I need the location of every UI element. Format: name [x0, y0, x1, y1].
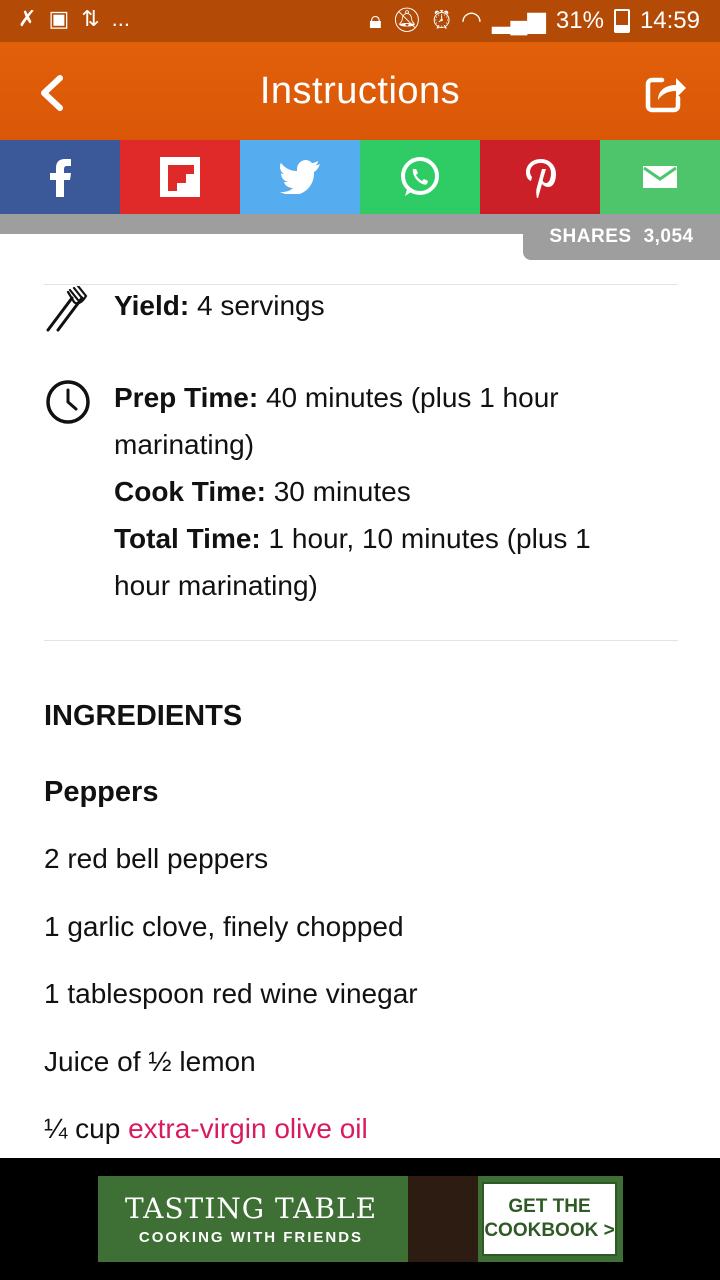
get-cookbook-button[interactable]: GET THE COOKBOOK > — [482, 1182, 617, 1256]
wifi-icon: ◠ — [461, 7, 482, 34]
ingredient-amount: ¼ cup — [44, 1113, 129, 1144]
battery-icon — [613, 8, 630, 33]
ad-branding: TASTING TABLE COOKING WITH FRIENDS — [98, 1176, 404, 1262]
pinterest-icon — [526, 159, 556, 198]
ingredient-item: 1 garlic clove, finely chopped — [44, 911, 404, 942]
prep-time-label: Prep Time: — [114, 382, 259, 413]
twitter-icon — [280, 160, 320, 194]
share-icon — [645, 77, 686, 113]
missed-call-icon: ✗ — [18, 6, 37, 31]
mute-icon: 🔕︎ — [391, 7, 423, 34]
clock-icon — [46, 380, 90, 424]
system-icons: 🔒︎ 🔕︎ ⏰︎ ◠ ▂▄▆ 31% 14:59 — [369, 6, 700, 35]
cta-line-2: COOKBOOK > — [484, 1220, 615, 1241]
flipboard-share-button[interactable] — [120, 140, 240, 214]
app-bar: Instructions — [0, 42, 720, 140]
cook-time-row: Cook Time: 30 minutes — [114, 468, 654, 515]
facebook-icon — [50, 159, 71, 197]
alarm-icon: ⏰︎ — [432, 6, 452, 34]
total-time-row: Total Time: 1 hour, 10 minutes (plus 1 h… — [114, 515, 654, 609]
ad-tagline: COOKING WITH FRIENDS — [138, 1229, 364, 1246]
cta-line-1: GET THE — [508, 1196, 591, 1217]
ad-banner-bar: TASTING TABLE COOKING WITH FRIENDS GET T… — [0, 1158, 720, 1280]
social-share-bar — [0, 140, 720, 214]
image-icon: ▣ — [48, 6, 70, 31]
email-icon — [643, 166, 677, 188]
ingredient-item: Juice of ½ lemon — [44, 1046, 256, 1077]
cookbook-ad[interactable]: TASTING TABLE COOKING WITH FRIENDS GET T… — [98, 1176, 623, 1262]
divider-bottom — [44, 640, 678, 641]
twitter-share-button[interactable] — [240, 140, 360, 214]
whatsapp-share-button[interactable] — [360, 140, 480, 214]
yield-value: 4 servings — [196, 290, 325, 321]
page-title: Instructions — [259, 70, 461, 112]
status-bar: ✗ ▣ ⇅ ... 🔒︎ 🔕︎ ⏰︎ ◠ ▂▄▆ 31% 14:59 — [0, 0, 720, 42]
cookbook-cover-image — [408, 1176, 478, 1262]
ingredient-item: ¼ cup extra-virgin olive oil — [44, 1113, 368, 1145]
whatsapp-icon — [401, 157, 439, 196]
total-time-label: Total Time: — [114, 523, 261, 554]
clock: 14:59 — [639, 6, 700, 34]
yield-row: Yield: 4 servings — [114, 282, 654, 329]
fork-knife-icon — [46, 286, 88, 332]
cook-time-label: Cook Time: — [114, 476, 266, 507]
flipboard-icon — [160, 157, 200, 197]
time-info: Prep Time: 40 minutes (plus 1 hour marin… — [114, 374, 654, 609]
share-button[interactable] — [640, 68, 690, 118]
email-share-button[interactable] — [600, 140, 720, 214]
ingredients-heading: INGREDIENTS — [44, 700, 243, 732]
signal-icon: ▂▄▆ — [491, 7, 546, 34]
olive-oil-link[interactable]: extra-virgin olive oil — [128, 1113, 368, 1144]
more-notifications: ... — [111, 6, 131, 31]
pinterest-share-button[interactable] — [480, 140, 600, 214]
ingredient-item: 1 tablespoon red wine vinegar — [44, 978, 418, 1009]
prep-time-row: Prep Time: 40 minutes (plus 1 hour marin… — [114, 374, 654, 468]
ad-brand-name: TASTING TABLE — [124, 1192, 378, 1225]
sync-icon: ⇅ — [81, 6, 100, 31]
ingredient-group-title: Peppers — [44, 776, 159, 808]
cook-time-value: 30 minutes — [273, 476, 411, 507]
recipe-content: Yield: 4 servings Prep Time: 40 minutes … — [0, 234, 720, 1158]
yield-label: Yield: — [114, 290, 190, 321]
battery-percent: 31% — [555, 6, 604, 34]
ingredient-item: 2 red bell peppers — [44, 843, 269, 874]
facebook-share-button[interactable] — [0, 140, 120, 214]
lock-icon: 🔒︎ — [369, 6, 382, 34]
notification-icons: ✗ ▣ ⇅ ... — [18, 6, 130, 32]
